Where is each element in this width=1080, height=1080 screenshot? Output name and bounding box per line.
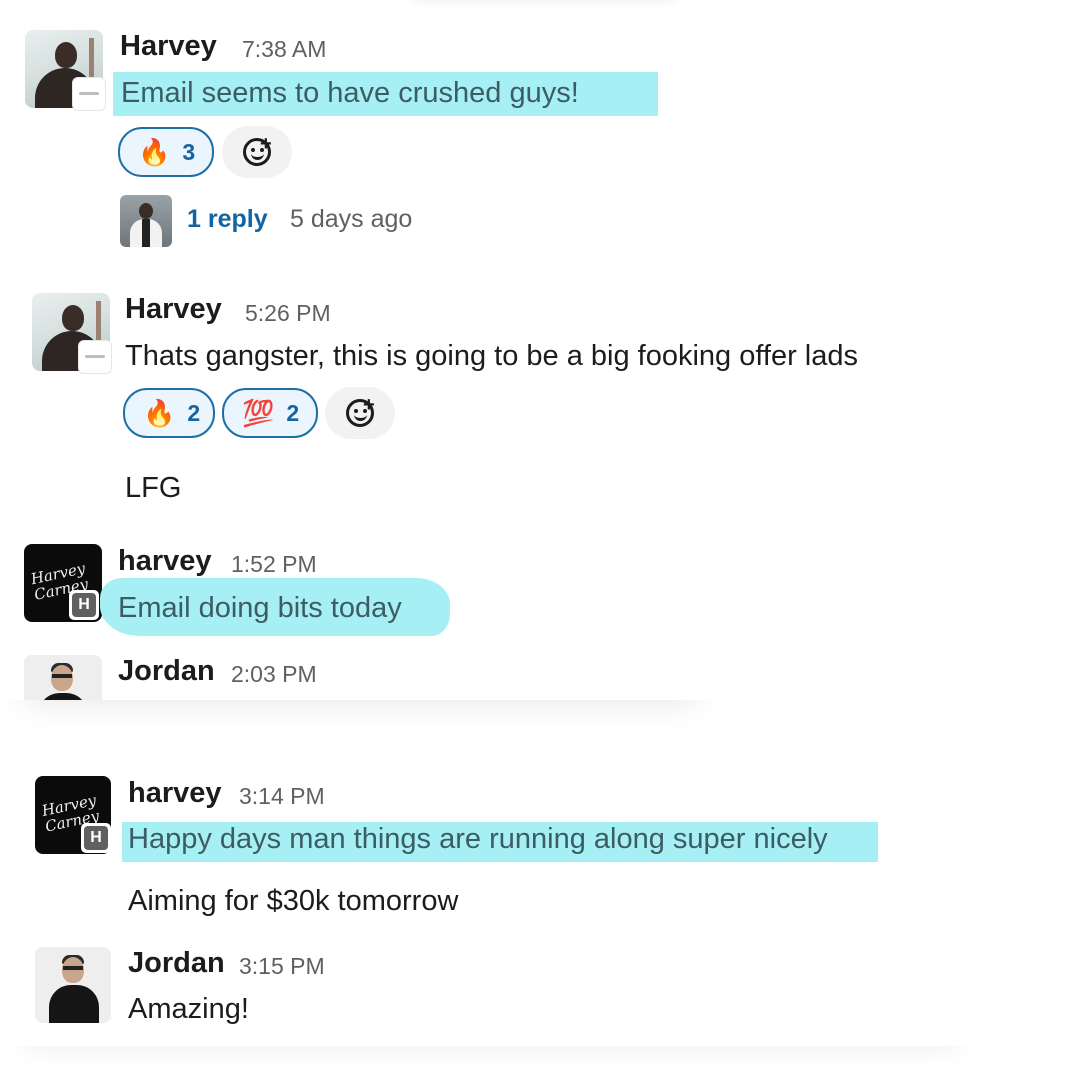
- reaction-count: 2: [187, 399, 201, 426]
- message-text: Thats gangster, this is going to be a bi…: [125, 340, 858, 372]
- message-timestamp[interactable]: 3:14 PM: [239, 783, 325, 810]
- thread-reply-link[interactable]: 1 reply: [187, 205, 268, 234]
- message-text: Email seems to have crushed guys!: [121, 77, 579, 109]
- reaction-hundred-button[interactable]: 💯 2: [222, 388, 318, 438]
- fire-emoji-icon: 🔥: [143, 398, 176, 428]
- message-author[interactable]: Harvey: [125, 293, 222, 326]
- message-text: Email doing bits today: [118, 592, 402, 624]
- message-text: Aiming for $30k tomorrow: [128, 885, 459, 917]
- reaction-count: 3: [182, 138, 196, 165]
- reaction-fire-button[interactable]: 🔥 3: [118, 127, 214, 177]
- fire-emoji-icon: 🔥: [138, 137, 171, 167]
- add-reaction-button[interactable]: +: [222, 126, 292, 178]
- message-text: LFG: [125, 472, 182, 504]
- avatar-jordan[interactable]: [35, 947, 111, 1023]
- workspace-badge-icon: [78, 340, 112, 374]
- message-timestamp[interactable]: 1:52 PM: [231, 551, 317, 578]
- message-timestamp[interactable]: 7:38 AM: [242, 36, 326, 63]
- h-badge-icon: H: [69, 590, 99, 620]
- reaction-fire-button[interactable]: 🔥 2: [123, 388, 215, 438]
- message-text: Amazing!: [128, 993, 249, 1025]
- message-author[interactable]: harvey: [128, 777, 222, 810]
- h-badge-icon: H: [81, 823, 111, 853]
- message-text: Happy days man things are running along …: [128, 823, 828, 855]
- message-timestamp[interactable]: 5:26 PM: [245, 300, 331, 327]
- thread-reply-avatar[interactable]: [120, 195, 172, 247]
- message-timestamp[interactable]: 2:03 PM: [231, 661, 317, 688]
- workspace-badge-icon: [72, 77, 106, 111]
- message-author[interactable]: Jordan: [128, 947, 225, 980]
- message-author[interactable]: harvey: [118, 545, 212, 578]
- message-author[interactable]: Harvey: [120, 30, 217, 63]
- add-reaction-button[interactable]: +: [325, 387, 395, 439]
- message-timestamp[interactable]: 3:15 PM: [239, 953, 325, 980]
- thread-reply-time: 5 days ago: [290, 205, 413, 233]
- reaction-count: 2: [286, 399, 300, 426]
- message-author[interactable]: Jordan: [118, 655, 215, 688]
- hundred-emoji-icon: 💯: [242, 398, 275, 428]
- avatar-jordan[interactable]: [24, 655, 102, 700]
